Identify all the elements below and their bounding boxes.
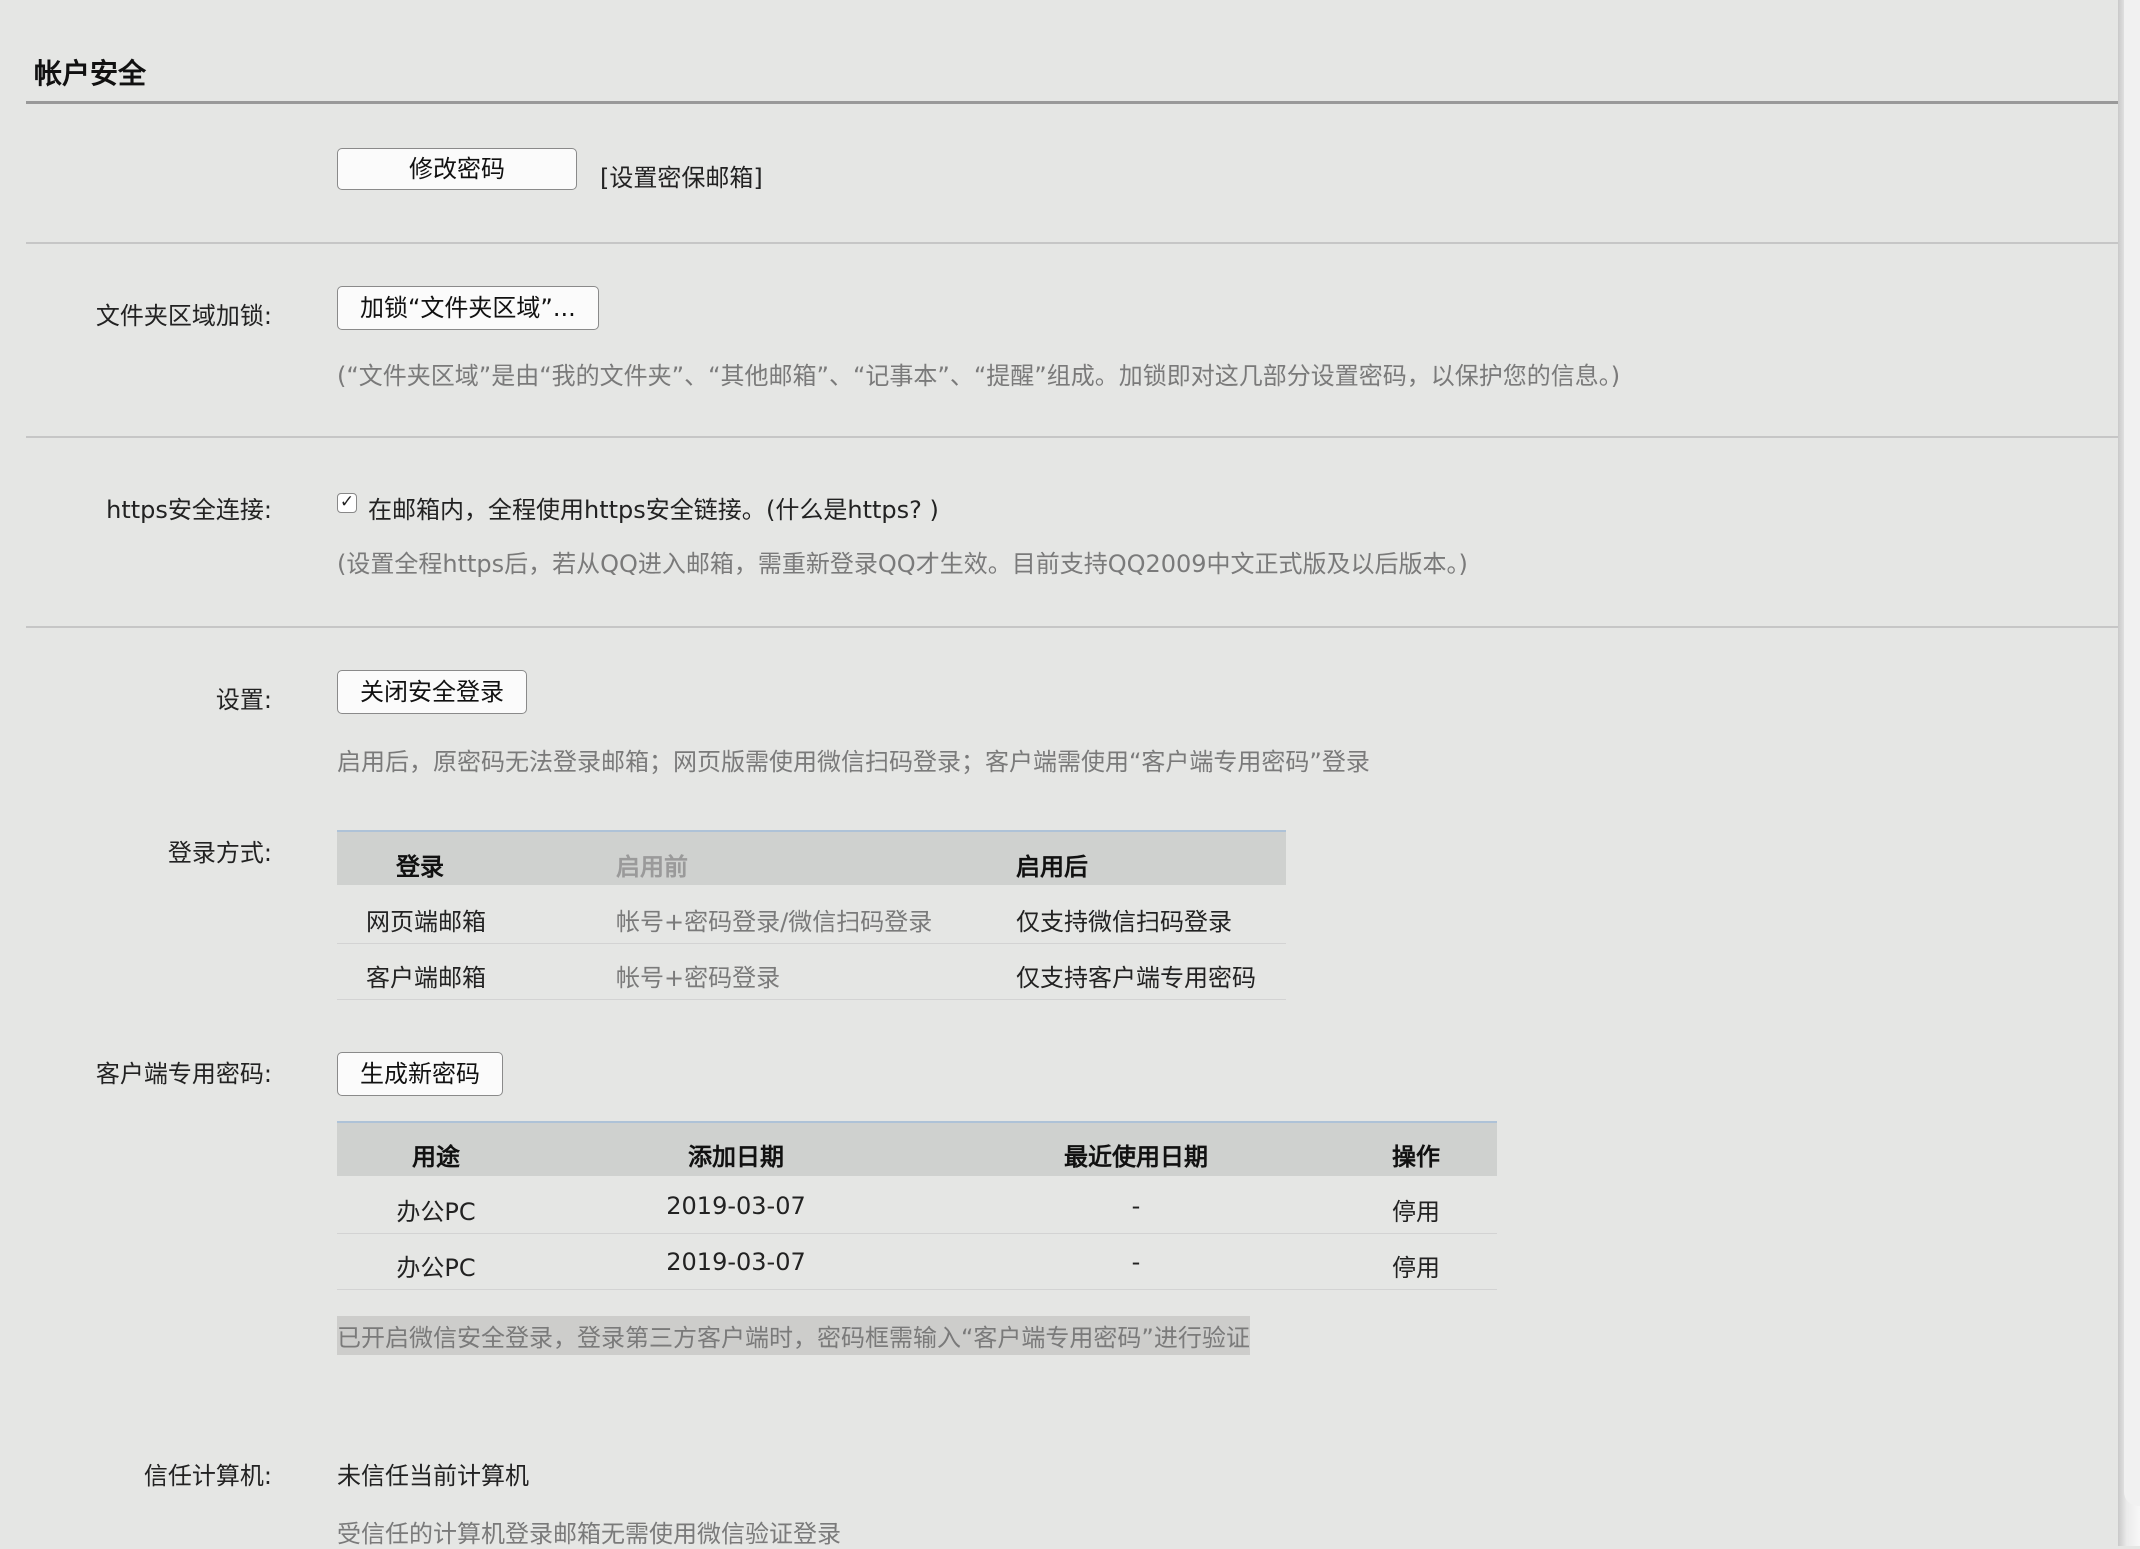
table-row-cell: 帐号+密码登录/微信扫码登录 xyxy=(616,908,933,936)
table-row-divider xyxy=(337,1233,1497,1234)
table-row-divider xyxy=(337,999,1286,1000)
client-password-label: 客户端专用密码: xyxy=(95,1060,272,1088)
lock-folder-area-button[interactable]: 加锁“文件夹区域”... xyxy=(337,286,599,330)
login-methods-table-header xyxy=(337,830,1286,885)
table-row-divider xyxy=(337,943,1286,944)
table-row-cell: 网页端邮箱 xyxy=(366,908,486,936)
https-label: https安全连接: xyxy=(106,496,272,524)
table-row-cell: 仅支持微信扫码登录 xyxy=(1016,908,1232,936)
table-row-cell: - xyxy=(1131,1192,1141,1220)
disable-password-link[interactable]: 停用 xyxy=(1392,1192,1440,1227)
client-password-note: 已开启微信安全登录，登录第三方客户端时，密码框需输入“客户端专用密码”进行验证 xyxy=(337,1316,1250,1355)
trusted-computer-label: 信任计算机: xyxy=(143,1462,272,1490)
disable-secure-login-button[interactable]: 关闭安全登录 xyxy=(337,670,527,714)
section-title: 帐户安全 xyxy=(34,57,147,90)
trusted-computer-hint: 受信任的计算机登录邮箱无需使用微信验证登录 xyxy=(337,1520,841,1548)
table-row-cell: - xyxy=(1131,1248,1141,1276)
table-row-cell: 办公PC xyxy=(396,1254,476,1282)
table-row-cell: 2019-03-07 xyxy=(666,1248,806,1276)
account-security-page: 帐户安全 修改密码 [设置密保邮箱] 文件夹区域加锁: 加锁“文件夹区域”...… xyxy=(0,0,2118,1548)
table-row-cell: 办公PC xyxy=(396,1198,476,1226)
table-row-cell: 帐号+密码登录 xyxy=(616,964,781,992)
generate-password-button[interactable]: 生成新密码 xyxy=(337,1052,503,1096)
table-row-cell: 2019-03-07 xyxy=(666,1192,806,1220)
set-security-email-link[interactable]: [设置密保邮箱] xyxy=(600,158,763,193)
what-is-https-link[interactable]: (什么是https? ) xyxy=(766,490,939,525)
col-purpose: 用途 xyxy=(412,1143,460,1171)
title-divider xyxy=(26,101,2118,104)
scroll-edge-shadow xyxy=(2118,0,2140,1546)
table-row-cell: 客户端邮箱 xyxy=(366,964,486,992)
col-added-date: 添加日期 xyxy=(688,1143,784,1171)
table-row-cell: 仅支持客户端专用密码 xyxy=(1016,964,1256,992)
trusted-computer-status: 未信任当前计算机 xyxy=(337,1462,529,1490)
client-password-table-header xyxy=(337,1121,1497,1176)
col-action: 操作 xyxy=(1392,1143,1440,1171)
divider xyxy=(26,626,2118,628)
table-row-divider xyxy=(337,1289,1497,1290)
disable-password-link[interactable]: 停用 xyxy=(1392,1248,1440,1283)
col-after: 启用后 xyxy=(1016,853,1088,881)
scroll-edge-panel xyxy=(2124,0,2140,1506)
folder-lock-hint: (“文件夹区域”是由“我的文件夹”、“其他邮箱”、“记事本”、“提醒”组成。加锁… xyxy=(337,362,1621,390)
divider xyxy=(26,242,2118,244)
https-hint: (设置全程https后，若从QQ进入邮箱，需重新登录QQ才生效。目前支持QQ20… xyxy=(337,550,1468,578)
divider xyxy=(26,436,2118,438)
https-checkbox-text: 在邮箱内，全程使用https安全链接。 xyxy=(368,496,766,524)
check-icon: ✓ xyxy=(339,492,355,512)
col-login: 登录 xyxy=(396,853,444,881)
secure-login-label: 设置: xyxy=(215,686,272,714)
col-last-used: 最近使用日期 xyxy=(1064,1143,1208,1171)
folder-lock-label: 文件夹区域加锁: xyxy=(95,302,272,330)
change-password-button[interactable]: 修改密码 xyxy=(337,148,577,190)
col-before: 启用前 xyxy=(616,853,688,881)
secure-login-hint: 启用后，原密码无法登录邮箱；网页版需使用微信扫码登录；客户端需使用“客户端专用密… xyxy=(337,748,1370,776)
https-checkbox[interactable]: ✓ xyxy=(337,493,357,513)
login-methods-label: 登录方式: xyxy=(167,839,272,867)
